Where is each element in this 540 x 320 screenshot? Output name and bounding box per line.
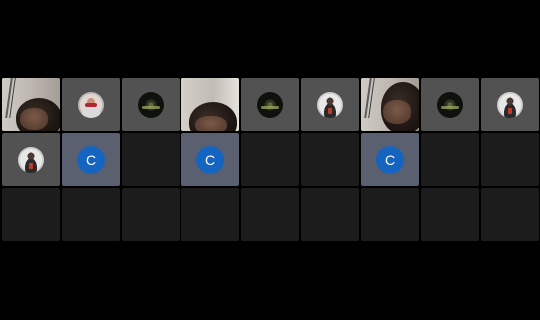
- empty-tile: [361, 188, 419, 241]
- participant-tile[interactable]: [481, 78, 539, 131]
- empty-tile: [2, 188, 60, 241]
- empty-tile: [241, 188, 299, 241]
- participant-avatar-image: [138, 91, 164, 118]
- empty-tile: [301, 188, 359, 241]
- participant-grid-2: C: [181, 78, 359, 241]
- person-face: [195, 116, 227, 131]
- empty-tile: [241, 133, 299, 186]
- participant-avatar-image: [78, 91, 104, 118]
- person-face: [383, 100, 411, 124]
- participant-avatar-image: [18, 146, 44, 173]
- participant-tile[interactable]: [241, 78, 299, 131]
- participant-video-tile[interactable]: [181, 78, 239, 131]
- participant-tile[interactable]: [301, 78, 359, 131]
- empty-tile: [421, 133, 479, 186]
- participant-avatar-image: [257, 91, 283, 118]
- participant-grid-3: C: [361, 78, 539, 241]
- empty-tile: [421, 188, 479, 241]
- participant-tile[interactable]: [122, 78, 180, 131]
- self-initial-avatar: C: [376, 145, 404, 174]
- empty-tile: [181, 188, 239, 241]
- participant-avatar-image: [437, 91, 463, 118]
- empty-tile: [481, 133, 539, 186]
- self-participant-tile[interactable]: C: [361, 133, 419, 186]
- participant-video-tile[interactable]: [2, 78, 60, 131]
- self-participant-tile[interactable]: C: [181, 133, 239, 186]
- participant-avatar-image: [317, 91, 343, 118]
- empty-tile: [62, 188, 120, 241]
- self-initial-avatar: C: [77, 145, 105, 174]
- empty-tile: [122, 188, 180, 241]
- participant-grid-1: C: [2, 78, 180, 241]
- participant-video-tile[interactable]: [361, 78, 419, 131]
- empty-tile: [481, 188, 539, 241]
- person-face: [20, 108, 48, 130]
- empty-tile: [122, 133, 180, 186]
- self-participant-tile[interactable]: C: [62, 133, 120, 186]
- empty-tile: [301, 133, 359, 186]
- video-call-stage: C C C: [0, 0, 540, 320]
- participant-tile[interactable]: [421, 78, 479, 131]
- self-initial-avatar: C: [196, 145, 224, 174]
- participant-tile[interactable]: [2, 133, 60, 186]
- participant-avatar-image: [497, 91, 523, 118]
- participant-tile[interactable]: [62, 78, 120, 131]
